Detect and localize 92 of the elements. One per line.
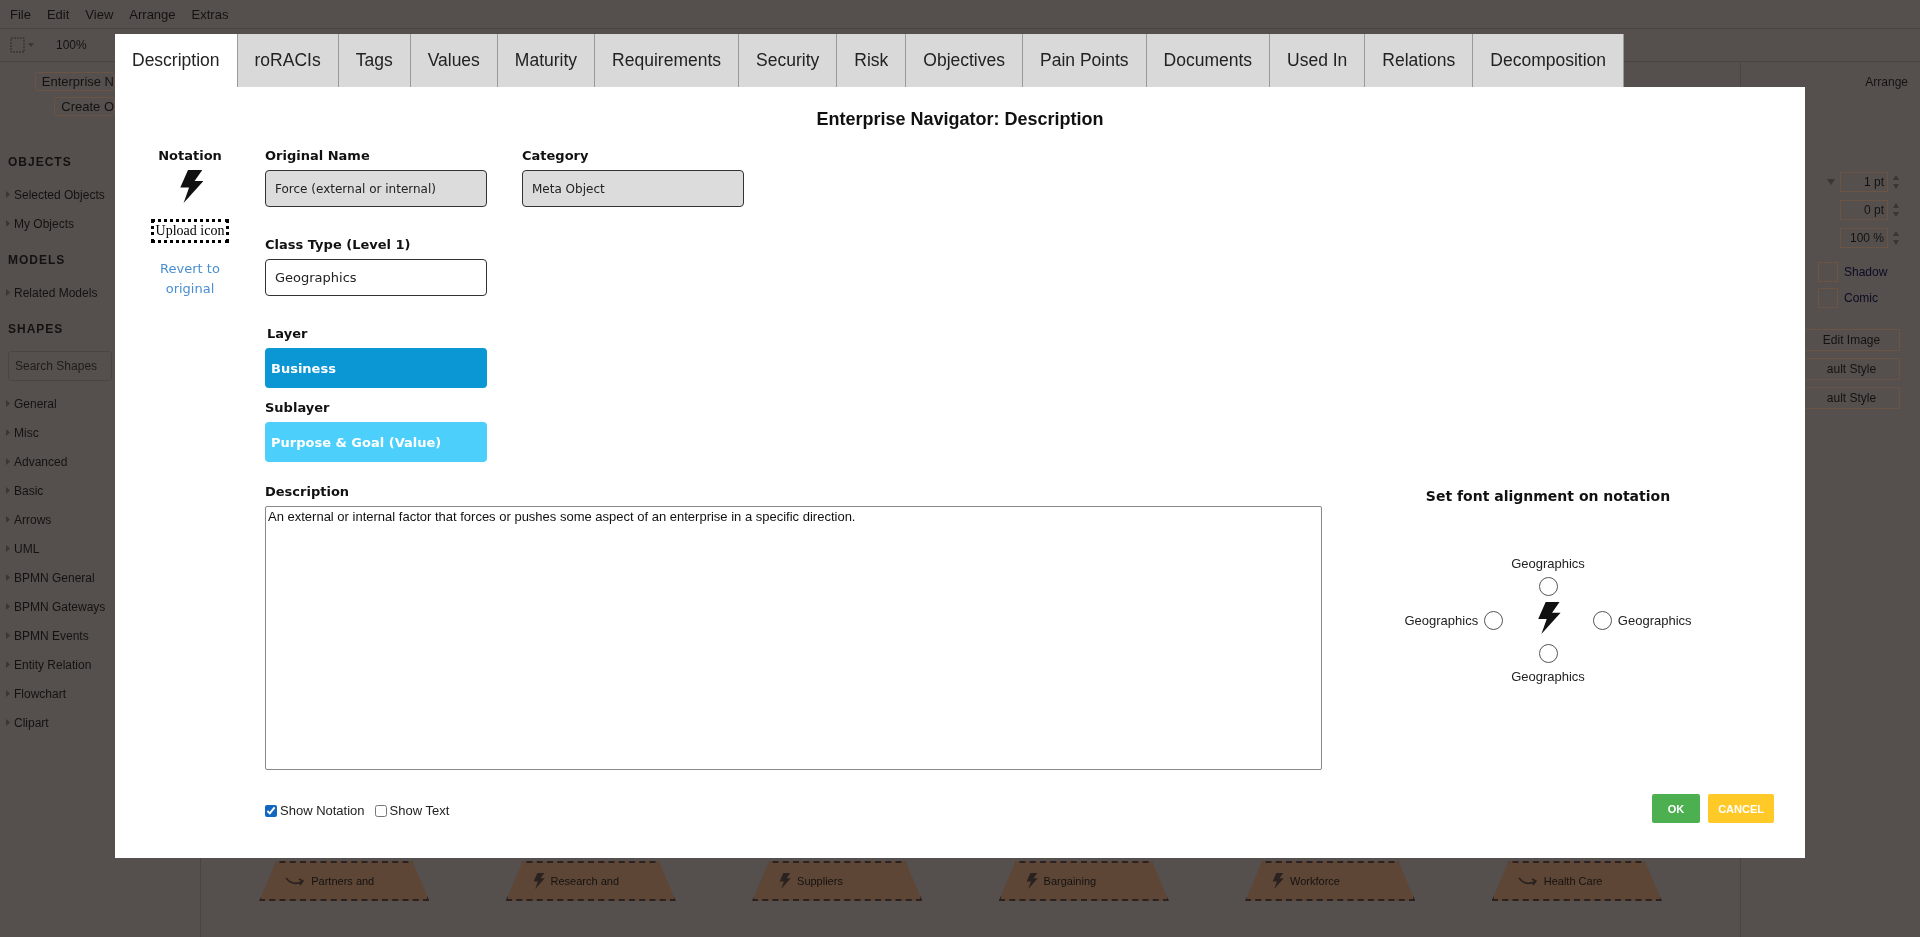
- radio-button[interactable]: [1592, 610, 1612, 630]
- sidebar-item[interactable]: BPMN Events: [14, 628, 89, 643]
- sidebar-item[interactable]: Advanced: [14, 454, 68, 469]
- sidebar-item[interactable]: Clipart: [14, 715, 49, 730]
- spinner-field[interactable]: 100 %: [1840, 228, 1888, 248]
- dialog-tab[interactable]: Maturity: [497, 34, 596, 87]
- shape-label: Research and: [550, 875, 620, 887]
- zoom-level[interactable]: 100%: [56, 38, 87, 52]
- page-format-icon[interactable]: [10, 37, 36, 53]
- notation-label: Notation: [158, 148, 222, 163]
- bolt-icon: [1535, 602, 1561, 634]
- checkbox-label: Shadow: [1844, 265, 1888, 279]
- checkbox[interactable]: [374, 804, 387, 817]
- revert-link[interactable]: Revert to original: [150, 259, 230, 299]
- dialog-tab[interactable]: roRACIs: [237, 34, 339, 87]
- menu-item[interactable]: Edit: [46, 6, 70, 22]
- bolt-icon: [531, 873, 545, 889]
- alignment-label: Geographics: [1511, 669, 1585, 684]
- shape-label: Partners and: [311, 875, 375, 887]
- sidebar-item[interactable]: BPMN Gateways: [14, 599, 106, 614]
- menu-item[interactable]: Extras: [191, 6, 229, 22]
- alignment-label: Geographics: [1404, 612, 1479, 628]
- field-label: Description: [265, 484, 351, 499]
- alignment-title: Set font alignment on notation: [1425, 488, 1671, 504]
- sidebar-item[interactable]: Basic: [14, 483, 44, 498]
- dialog-tab[interactable]: Risk: [837, 34, 907, 87]
- dialog-tab[interactable]: Documents: [1146, 34, 1271, 87]
- dialog-title: Enterprise Navigator: Description: [815, 108, 1105, 131]
- sidebar-item[interactable]: My Objects: [14, 216, 74, 231]
- dialog-tab[interactable]: Security: [739, 34, 838, 87]
- panel-tab[interactable]: Arrange: [1865, 62, 1908, 102]
- description-field[interactable]: An external or internal factor that forces or pushes some aspect of an enterprise in a specific direction.: [265, 506, 1322, 770]
- section-title: SHAPES: [7, 321, 65, 338]
- checkbox[interactable]: [265, 804, 277, 817]
- spinner-arrows-icon[interactable]: [1892, 173, 1900, 191]
- checkbox-label: Show Text: [389, 803, 450, 818]
- section-title: MODELS: [7, 252, 67, 269]
- field-label: Original Name: [265, 148, 371, 163]
- spinner-arrows-icon[interactable]: [1892, 229, 1900, 247]
- sidebar-item[interactable]: UML: [14, 541, 40, 556]
- menu-item[interactable]: File: [10, 6, 31, 22]
- menu-item[interactable]: Arrange: [129, 6, 176, 22]
- layer-select[interactable]: Purpose & Goal (Value): [265, 422, 487, 462]
- sidebar-item[interactable]: Arrows: [14, 512, 52, 527]
- sidebar-item[interactable]: Flowchart: [14, 686, 66, 701]
- spinner-arrows-icon[interactable]: [1892, 201, 1900, 219]
- upload-icon-button[interactable]: Upload icon: [150, 219, 230, 243]
- layer-select[interactable]: Business: [265, 348, 487, 388]
- dialog-tab[interactable]: Decomposition: [1473, 34, 1625, 87]
- bolt-icon: [1271, 873, 1285, 889]
- text-field[interactable]: Geographics: [265, 259, 487, 296]
- checkbox-label: Show Notation: [280, 803, 365, 818]
- radio-button[interactable]: [1484, 610, 1504, 630]
- sidebar-item[interactable]: Selected Objects: [14, 187, 105, 202]
- dialog-tab[interactable]: Pain Points: [1023, 34, 1147, 87]
- dialog-tab[interactable]: Description: [115, 34, 238, 87]
- sidebar-item[interactable]: Entity Relation: [14, 657, 92, 672]
- shape-label: Suppliers: [797, 875, 843, 887]
- section-title: OBJECTS: [7, 154, 73, 171]
- shape-label: Health Care: [1543, 875, 1603, 887]
- alignment-label: Geographics: [1617, 612, 1692, 628]
- curved-arrow-icon: [285, 875, 306, 887]
- alignment-label: Geographics: [1511, 556, 1585, 571]
- dialog-tab[interactable]: Relations: [1365, 34, 1474, 87]
- field-label: Layer: [267, 326, 309, 341]
- curved-arrow-icon: [1517, 875, 1538, 887]
- sidebar-item[interactable]: Related Models: [14, 285, 98, 300]
- spinner-field[interactable]: 0 pt: [1840, 200, 1888, 220]
- menu-item[interactable]: View: [85, 6, 114, 22]
- radio-button[interactable]: [1538, 644, 1558, 663]
- dialog-tab[interactable]: Values: [410, 34, 498, 87]
- dialog-tab[interactable]: Used In: [1270, 34, 1366, 87]
- sidebar-item[interactable]: BPMN General: [14, 570, 95, 585]
- dialog-tab[interactable]: Objectives: [906, 34, 1023, 87]
- radio-button[interactable]: [1538, 577, 1558, 596]
- spinner-field[interactable]: 1 pt: [1840, 172, 1888, 192]
- bolt-icon: [1024, 873, 1038, 889]
- field-label: Sublayer: [265, 400, 331, 415]
- search-field[interactable]: Search Shapes: [8, 351, 112, 381]
- sidebar-item[interactable]: Misc: [14, 425, 39, 440]
- sidebar-item[interactable]: General: [14, 396, 57, 411]
- checkbox-label: Comic: [1844, 291, 1878, 305]
- dialog-tab[interactable]: Requirements: [595, 34, 740, 87]
- field-label: Category: [522, 148, 590, 163]
- ok-button[interactable]: OK: [1651, 794, 1701, 823]
- cancel-button[interactable]: CANCEL: [1708, 794, 1774, 823]
- dialog-tab[interactable]: Tags: [338, 34, 411, 87]
- bolt-icon: [778, 873, 792, 889]
- shape-label: Bargaining: [1043, 875, 1097, 887]
- shape-label: Workforce: [1290, 875, 1340, 887]
- field-label: Class Type (Level 1): [265, 237, 412, 252]
- dropdown-caret-icon[interactable]: [1826, 178, 1836, 186]
